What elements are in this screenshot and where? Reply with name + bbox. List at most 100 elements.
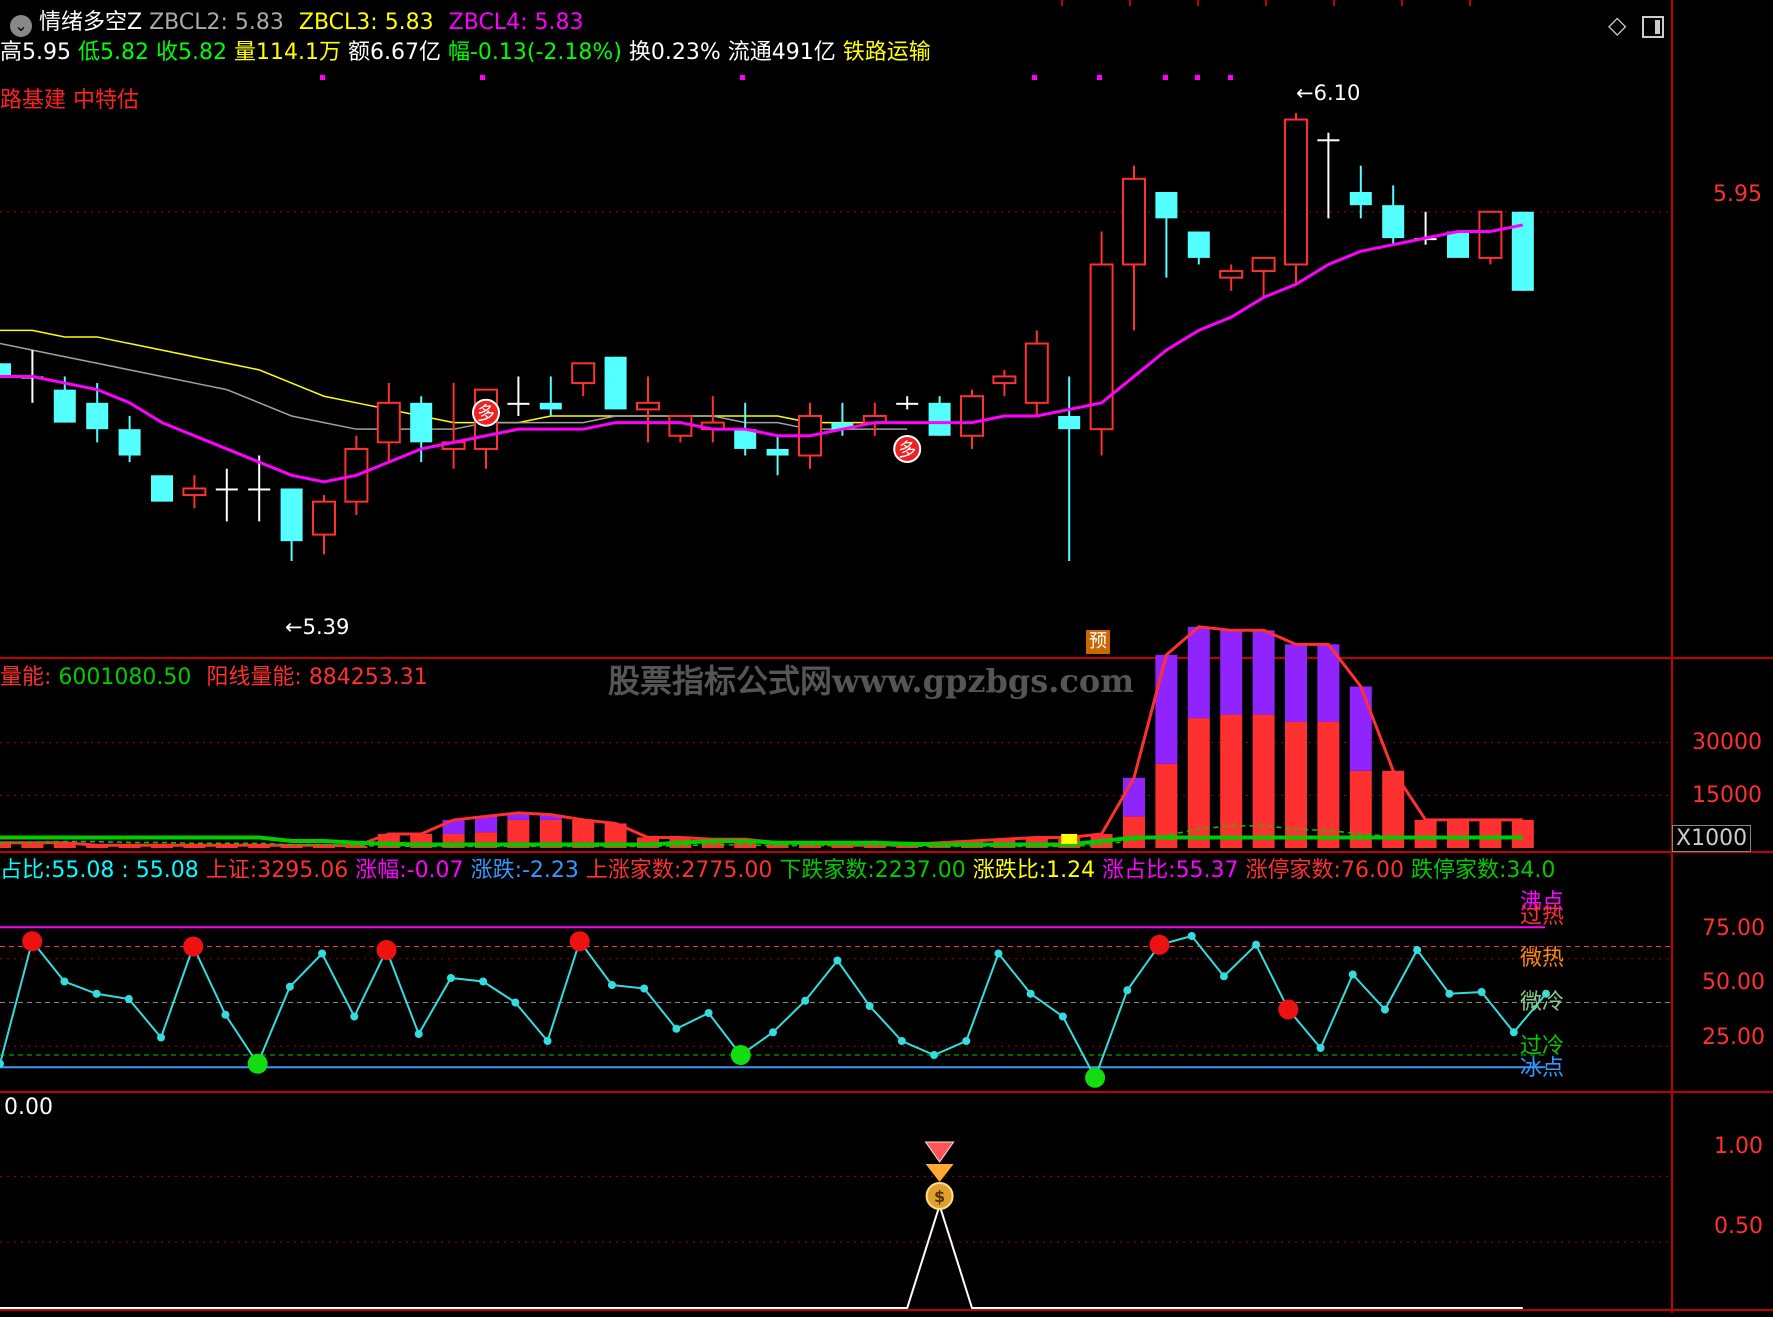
candle-body-down [1382, 205, 1405, 239]
sentiment-point [865, 1002, 874, 1010]
sentiment-point [672, 1024, 681, 1033]
sentiment-point [1445, 989, 1454, 998]
zbcl4-label: ZBCL4: [448, 10, 528, 35]
sentiment-header: 占比:55.08 : 55.08 上证:3295.06 涨幅:-0.07 涨跌:… [0, 858, 1555, 884]
up-count-value: 2775.00 [681, 858, 773, 883]
candle-body-down [539, 402, 562, 410]
window-toggle-icon[interactable] [1642, 16, 1664, 38]
volume-neg-label: 量能: [0, 665, 52, 690]
candle-body-down [1511, 211, 1534, 291]
candle-body-up [668, 415, 693, 437]
gem-icon [924, 1141, 955, 1163]
volume-pos-value: 884253.31 [308, 665, 428, 690]
sentiment-point [92, 989, 101, 998]
signal-value: 0.00 [4, 1095, 53, 1120]
volume-pos-label: 阳线量能: [206, 665, 302, 690]
diamond-icon[interactable]: ◇ [1608, 12, 1626, 38]
quote-line: 高5.95 低5.82 收5.82 量114.1万 额6.67亿 幅-0.13(… [0, 40, 931, 66]
zone-warm: 微热 [1520, 946, 1565, 971]
sentiment-line [0, 934, 1547, 1081]
low-value: 低5.82 [78, 40, 149, 65]
limit-down-value: 34.0 [1506, 858, 1556, 883]
ratio-value: 55.08 [51, 858, 115, 883]
zone-cool: 微冷 [1520, 990, 1565, 1015]
chg-label: 涨幅: [355, 858, 407, 883]
sentiment-point [1380, 1005, 1389, 1014]
volume-bar-purple [475, 816, 497, 833]
candle-body-up [636, 401, 660, 411]
signal-axis-1: 1.00 [1714, 1134, 1763, 1159]
overheat-dot [1278, 999, 1299, 1020]
candle-body-up [571, 362, 596, 385]
float-value: 流通491亿 [727, 40, 836, 65]
marker-dot [1097, 75, 1102, 80]
down-count-label: 下跌家数: [779, 858, 875, 883]
sentiment-point [930, 1051, 939, 1059]
candle-body-down [896, 402, 919, 405]
chevron-down-icon[interactable]: ⌄ [10, 15, 32, 37]
ud-ratio-label: 涨跌比: [972, 858, 1047, 883]
up-share-value: 55.37 [1175, 858, 1239, 883]
zbcl2-label: ZBCL2: [149, 10, 228, 35]
sentiment-point [801, 996, 810, 1005]
forecast-badge: 预 [1086, 630, 1110, 654]
zbcl3-label: ZBCL3: [298, 10, 378, 35]
chart-svg: 多多$ [0, 0, 1773, 1313]
overheat-dot [1149, 934, 1170, 955]
updown-label: 涨跌: [470, 858, 522, 883]
candle-body-down [410, 402, 433, 443]
sentiment-point [124, 995, 133, 1003]
volume-header: 量能: 6001080.50 阳线量能: 884253.31 [0, 665, 428, 691]
overheat-dot [183, 936, 204, 957]
volume-bar-red [1414, 819, 1437, 848]
volume-bar-red [1155, 763, 1178, 848]
sentiment-point [769, 1028, 777, 1037]
candle-body-up [1251, 256, 1276, 273]
sentiment-point [704, 1009, 713, 1017]
sentiment-axis-25: 25.00 [1702, 1025, 1765, 1050]
marker-dot [1032, 75, 1037, 80]
sentiment-axis-75: 75.00 [1702, 916, 1765, 941]
ud-ratio-value: 1.24 [1046, 858, 1096, 883]
sentiment-point [1348, 970, 1357, 979]
high-marker-value: 6.10 [1313, 81, 1361, 105]
concept-tags: 路基建 中特估 [0, 88, 139, 113]
volume-axis-30000: 30000 [1692, 730, 1762, 755]
volume-bar-purple [1252, 630, 1275, 715]
marker-dot [1228, 75, 1233, 80]
candle-body-up [1122, 177, 1146, 266]
high-value: 高5.95 [0, 40, 71, 65]
sh-label: 上证: [205, 858, 258, 883]
candle-body-down [507, 402, 530, 405]
stock-chart-window: 多多 $ ⌄ 情绪多空Z ZBCL2: 5.83 ZBCL3: 5.83 ZBCL… [0, 0, 1773, 1313]
sentiment-point [1123, 986, 1132, 995]
candle-body-down [53, 389, 76, 423]
gem-icon [925, 1164, 954, 1182]
volume-bar-red [1123, 816, 1145, 848]
zbcl2-value: 5.83 [234, 10, 284, 35]
candle-body-down [766, 448, 789, 456]
candle-body-up [312, 500, 336, 536]
limit-down-label: 跌停家数: [1410, 858, 1507, 883]
candle-body-down [1447, 231, 1469, 258]
candle-body-up [376, 401, 401, 444]
sentiment-point [221, 1010, 230, 1019]
marker-dot [1163, 75, 1168, 80]
sentiment-axis-50: 50.00 [1702, 970, 1765, 995]
zone-freezing: 冰点 [1520, 1056, 1565, 1081]
sentiment-point [446, 974, 455, 982]
marker-dot [1195, 75, 1200, 80]
sentiment-point [962, 1037, 971, 1045]
overcold-dot [1085, 1067, 1106, 1088]
overheat-dot [376, 940, 397, 960]
volume-bar-red [1447, 819, 1469, 848]
marker-dot [320, 75, 325, 80]
sentiment-point [1509, 1028, 1518, 1037]
zbcl3-value: 5.83 [384, 10, 434, 35]
overcold-dot [730, 1045, 751, 1065]
marker-dot [480, 75, 485, 80]
sentiment-point [994, 949, 1003, 958]
candle-body-up [1478, 210, 1503, 259]
ratio-label: 占比: [0, 858, 52, 883]
candle-body-up [992, 375, 1017, 385]
